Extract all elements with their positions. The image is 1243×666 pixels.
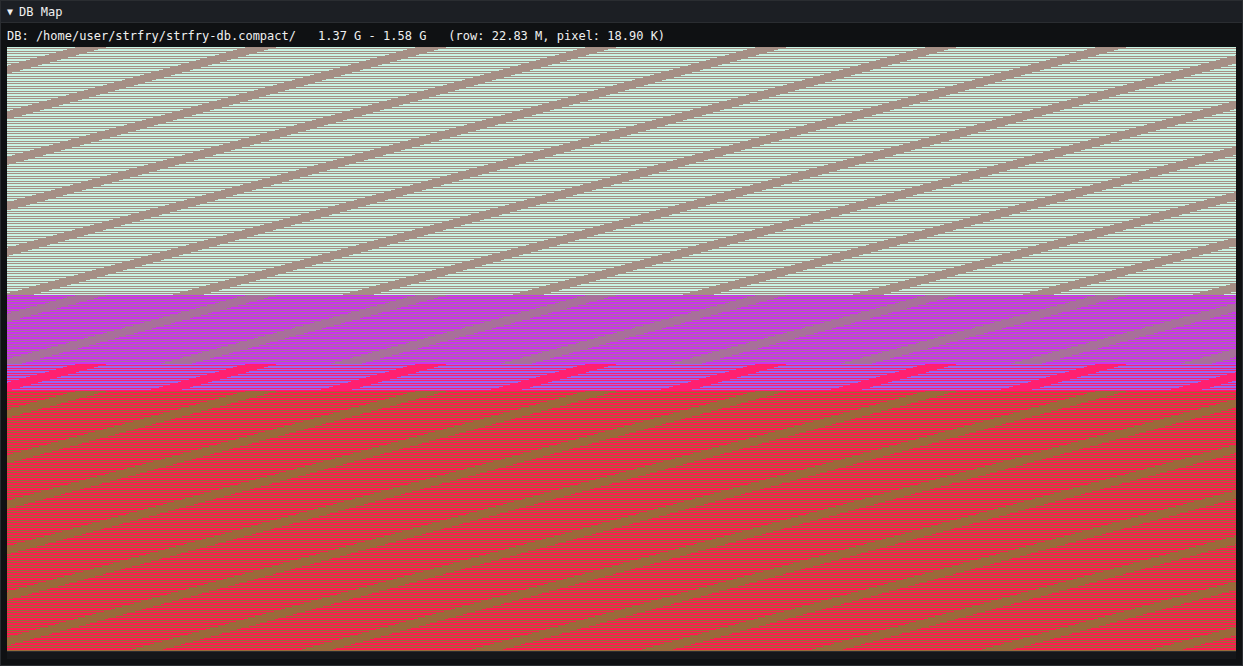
map-band — [7, 295, 1236, 364]
window-title: DB Map — [19, 5, 62, 19]
map-band — [7, 364, 1236, 391]
db-info: DB: /home/user/strfry/strfry-db.compact/… — [7, 27, 1236, 44]
map-footer — [7, 651, 1236, 659]
db-range: 1.37 G - 1.58 G — [318, 29, 426, 43]
map-band — [7, 47, 1236, 295]
db-path: DB: /home/user/strfry/strfry-db.compact/ — [7, 29, 296, 43]
db-map-canvas[interactable] — [7, 47, 1236, 651]
collapse-icon[interactable]: ▼ — [7, 6, 13, 17]
window-body: DB: /home/user/strfry/strfry-db.compact/… — [1, 23, 1242, 665]
db-map-window: ▼ DB Map DB: /home/user/strfry/strfry-db… — [0, 0, 1243, 666]
title-bar[interactable]: ▼ DB Map — [1, 1, 1242, 23]
map-band — [7, 391, 1236, 651]
db-scale: (row: 22.83 M, pixel: 18.90 K) — [448, 29, 665, 43]
